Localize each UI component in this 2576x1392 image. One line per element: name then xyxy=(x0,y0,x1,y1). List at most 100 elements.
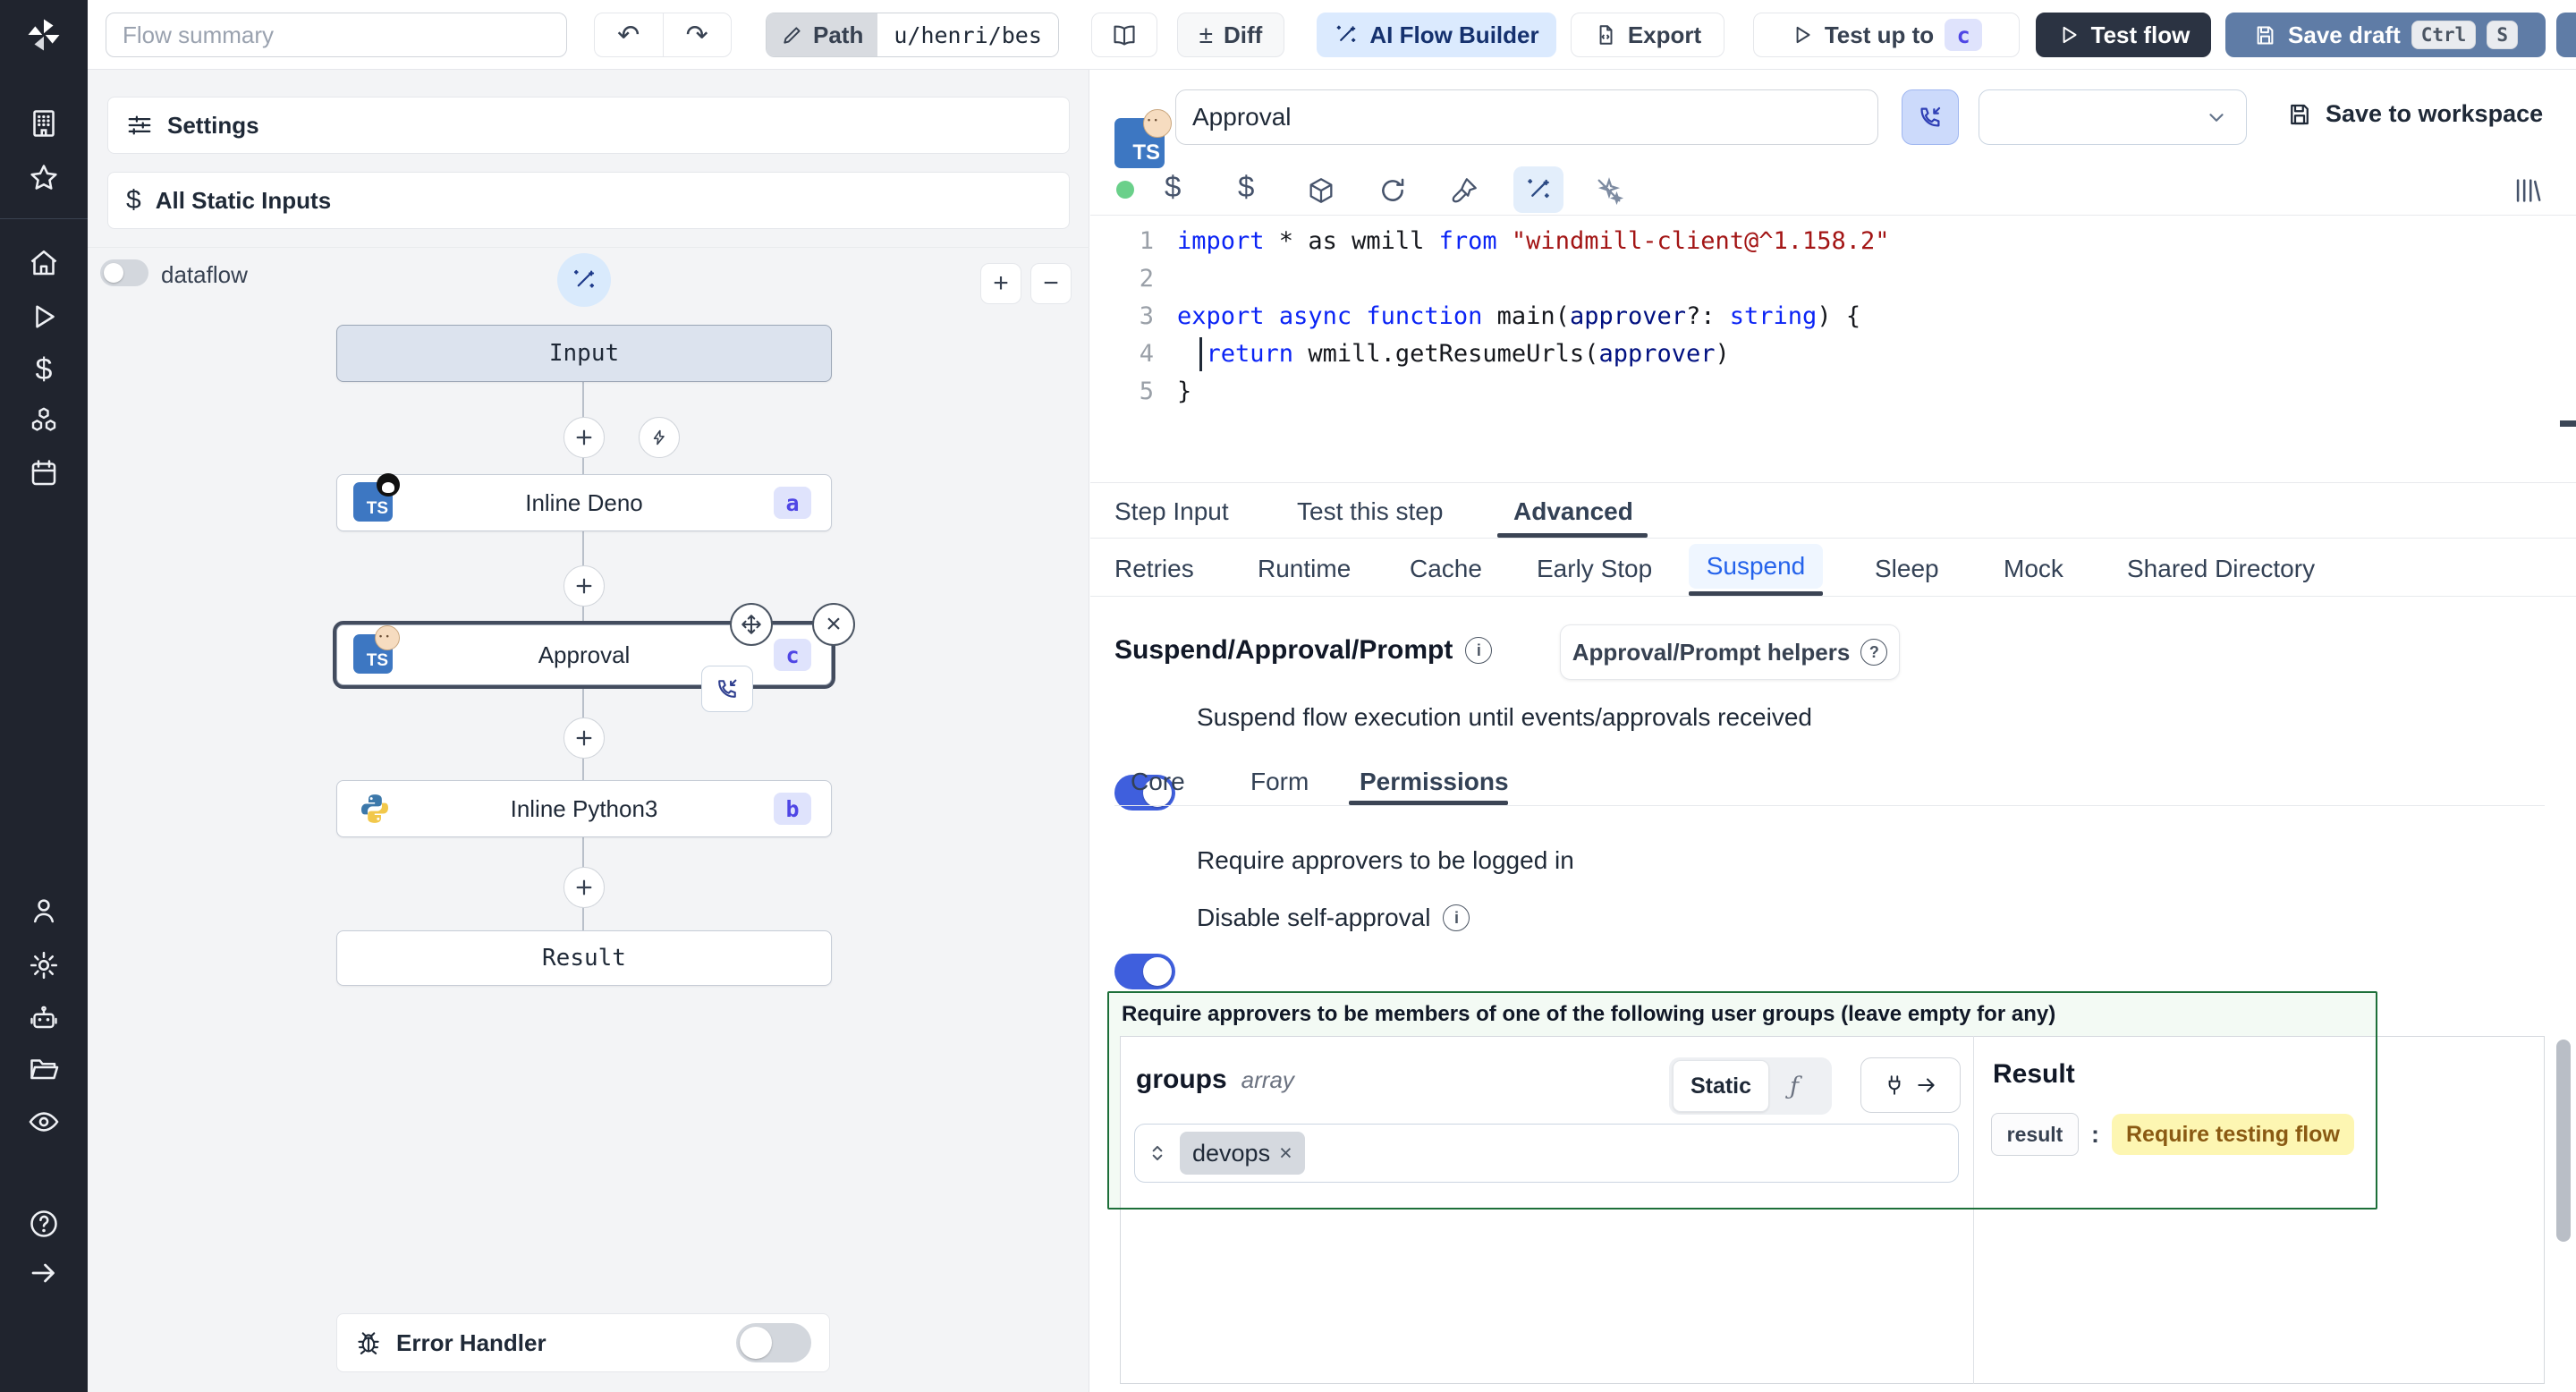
flow-node-result[interactable]: Result xyxy=(336,930,832,986)
result-value-label: Require testing flow xyxy=(2112,1114,2354,1155)
zoom-in-button[interactable]: + xyxy=(980,263,1021,304)
ai-flow-builder-button[interactable]: AI Flow Builder xyxy=(1317,13,1556,57)
test-up-to-button[interactable]: Test up to c xyxy=(1753,13,2020,57)
expand-arrow-right-icon[interactable] xyxy=(28,1257,60,1289)
approval-node-label: Approval xyxy=(538,641,631,668)
chevron-down-icon xyxy=(2205,106,2228,129)
suspend-phone-button[interactable] xyxy=(1902,89,1959,145)
dataflow-toggle[interactable] xyxy=(100,259,148,286)
save-draft-button[interactable]: Save draft Ctrl S xyxy=(2225,13,2546,57)
subtab-retries[interactable]: Retries xyxy=(1114,555,1194,583)
groups-box-title: Require approvers to be members of one o… xyxy=(1122,1002,2056,1026)
subtab-sleep[interactable]: Sleep xyxy=(1875,555,1939,583)
subtab-mock[interactable]: Mock xyxy=(2004,555,2063,583)
innertab-core[interactable]: Core xyxy=(1131,768,1185,796)
docs-book-button[interactable] xyxy=(1091,13,1157,57)
magic-wand-icon xyxy=(1334,22,1359,47)
test-flow-button[interactable]: Test flow xyxy=(2036,13,2211,57)
innertab-form[interactable]: Form xyxy=(1250,768,1309,796)
folders-folder-icon[interactable] xyxy=(28,1054,60,1086)
panel-scrollbar-thumb[interactable] xyxy=(2556,1040,2571,1242)
connect-input-button[interactable] xyxy=(1860,1057,1961,1113)
group-chip-devops[interactable]: devops × xyxy=(1180,1132,1305,1175)
ai-step-wand-button[interactable] xyxy=(557,253,611,307)
script-version-dropdown[interactable] xyxy=(1979,89,2247,145)
approval-prompt-helpers-button[interactable]: Approval/Prompt helpers ? xyxy=(1560,624,1900,680)
export-label: Export xyxy=(1627,21,1702,48)
reload-icon[interactable] xyxy=(1377,175,1408,206)
sort-handle-icon[interactable] xyxy=(1146,1142,1169,1165)
undo-icon[interactable]: ↶ xyxy=(595,13,664,56)
tab-step-input[interactable]: Step Input xyxy=(1114,497,1229,526)
subtab-cache[interactable]: Cache xyxy=(1410,555,1482,583)
sparkles-off-icon[interactable] xyxy=(1594,175,1624,206)
info-icon[interactable]: i xyxy=(1465,637,1493,664)
deploy-button-partial[interactable] xyxy=(2556,13,2576,57)
info-icon[interactable]: i xyxy=(1443,904,1470,931)
format-brush-icon[interactable] xyxy=(1449,175,1479,206)
flow-settings-card[interactable]: Settings xyxy=(107,97,1070,154)
step-name-input[interactable] xyxy=(1175,89,1878,145)
variables-dollar-icon[interactable]: $ xyxy=(28,352,60,386)
add-step-button-3[interactable] xyxy=(564,717,605,759)
add-step-button-2[interactable] xyxy=(564,565,605,607)
python-node-label: Inline Python3 xyxy=(510,794,658,822)
groups-array-input[interactable]: devops × xyxy=(1134,1124,1959,1183)
trigger-lightning-button[interactable] xyxy=(639,417,680,458)
help-circle-icon[interactable] xyxy=(28,1208,60,1240)
all-static-inputs-card[interactable]: $ All Static Inputs xyxy=(107,172,1070,229)
chip-remove-icon[interactable]: × xyxy=(1279,1141,1292,1167)
sidebar: $ xyxy=(0,0,88,1392)
user-person-icon[interactable] xyxy=(28,895,60,927)
error-handler-card[interactable]: Error Handler xyxy=(336,1313,830,1372)
flow-node-input[interactable]: Input xyxy=(336,325,832,382)
ai-assist-wand-icon[interactable] xyxy=(1513,166,1563,213)
save-to-workspace-button[interactable]: Save to workspace xyxy=(2286,100,2543,128)
static-mode-switch[interactable]: Static ƒ xyxy=(1669,1057,1832,1115)
audit-eye-icon[interactable] xyxy=(28,1106,60,1138)
favorites-star-icon[interactable] xyxy=(28,162,60,194)
fx-mode-icon[interactable]: ƒ xyxy=(1769,1061,1819,1111)
error-handler-toggle[interactable] xyxy=(736,1323,811,1362)
subtab-early-stop[interactable]: Early Stop xyxy=(1537,555,1652,583)
settings-gear-icon[interactable] xyxy=(28,949,60,981)
schedules-calendar-icon[interactable] xyxy=(28,457,60,489)
subtab-shared-directory[interactable]: Shared Directory xyxy=(2127,555,2315,583)
static-mode-label[interactable]: Static xyxy=(1673,1060,1769,1112)
diff-button[interactable]: ± Diff xyxy=(1177,13,1284,57)
flow-node-inline-deno[interactable]: TS Inline Deno a xyxy=(336,473,832,531)
move-step-icon[interactable] xyxy=(730,603,773,646)
subtab-suspend[interactable]: Suspend xyxy=(1689,544,1823,589)
flow-node-inline-python[interactable]: Inline Python3 b xyxy=(336,780,832,837)
test-up-to-label: Test up to xyxy=(1824,21,1935,48)
variable-picker-icon[interactable]: $ xyxy=(1165,170,1181,204)
workers-robot-icon[interactable] xyxy=(28,1003,60,1035)
script-library-icon[interactable] xyxy=(2512,175,2542,206)
zoom-out-button[interactable]: − xyxy=(1030,263,1072,304)
workspace-building-icon[interactable] xyxy=(28,107,60,140)
package-box-icon[interactable] xyxy=(1306,175,1336,206)
tab-advanced[interactable]: Advanced xyxy=(1513,497,1633,526)
code-editor[interactable]: 1 import * as wmill from "windmill-client… xyxy=(1102,222,2533,410)
windmill-logo-icon[interactable] xyxy=(0,0,88,70)
flow-summary-input[interactable] xyxy=(106,13,567,57)
subtab-runtime[interactable]: Runtime xyxy=(1258,555,1351,583)
innertab-permissions[interactable]: Permissions xyxy=(1360,768,1509,796)
require-logged-in-label: Require approvers to be logged in xyxy=(1197,846,1574,874)
require-logged-in-toggle[interactable] xyxy=(1114,954,1175,989)
resource-picker-icon[interactable]: $ xyxy=(1238,170,1254,204)
delete-step-icon[interactable]: × xyxy=(812,603,855,646)
export-button[interactable]: Export xyxy=(1571,13,1724,57)
path-control[interactable]: Path u/henri/bes xyxy=(766,13,1059,57)
text-cursor xyxy=(1199,337,1202,371)
tab-test-this-step[interactable]: Test this step xyxy=(1297,497,1443,526)
home-icon[interactable] xyxy=(28,247,60,279)
redo-icon[interactable]: ↷ xyxy=(664,13,732,56)
resources-cubes-icon[interactable] xyxy=(28,404,60,437)
ai-flow-builder-label: AI Flow Builder xyxy=(1369,21,1539,48)
add-step-button-4[interactable] xyxy=(564,867,605,908)
group-chip-label: devops xyxy=(1192,1139,1271,1167)
runs-play-icon[interactable] xyxy=(28,301,60,333)
schema-form-divider xyxy=(1973,1036,1974,1384)
add-step-button-1[interactable] xyxy=(564,417,605,458)
